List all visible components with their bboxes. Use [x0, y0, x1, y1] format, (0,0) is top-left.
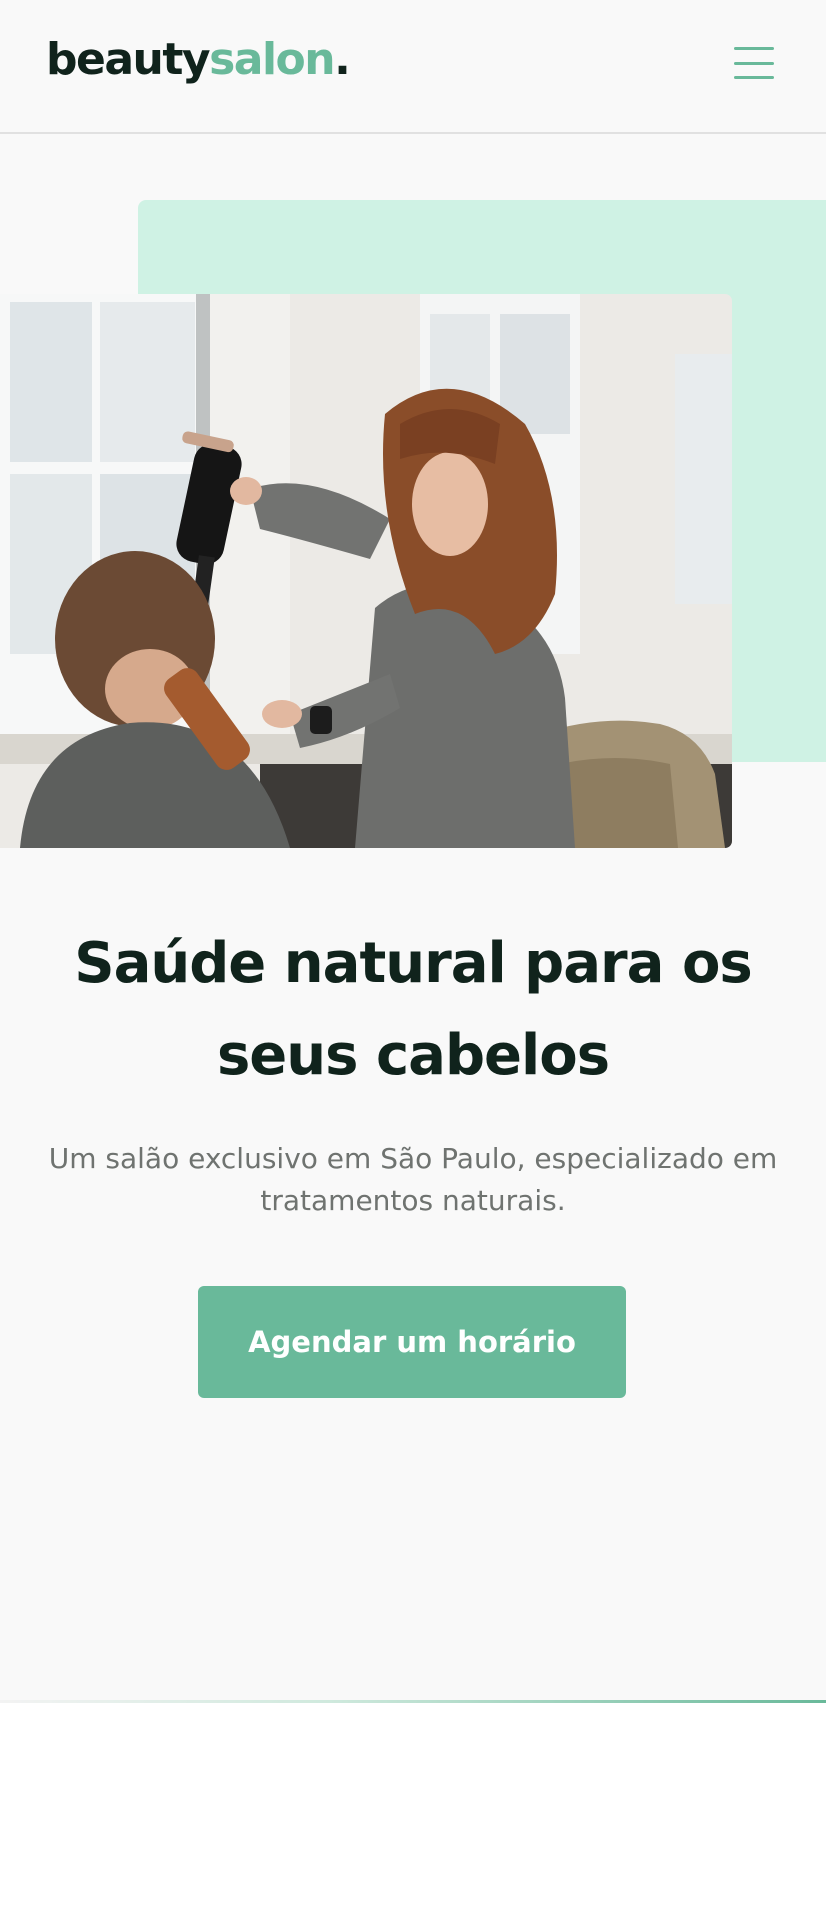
menu-line [734, 47, 774, 50]
menu-line [734, 76, 774, 79]
logo[interactable]: beautysalon. [46, 34, 351, 85]
hamburger-menu-icon[interactable] [734, 47, 774, 79]
logo-text-main: beauty [46, 34, 211, 85]
logo-text-accent: salon [209, 34, 336, 85]
hero-subtitle: Um salão exclusivo em São Paulo, especia… [48, 1142, 778, 1217]
book-appointment-button[interactable]: Agendar um horário [198, 1286, 626, 1398]
page: beautysalon. Saúde natural para os seus … [0, 0, 826, 1703]
menu-line [734, 61, 774, 65]
hero-image [0, 294, 732, 848]
section-divider [0, 1700, 826, 1703]
logo-dot: . [334, 34, 351, 85]
hero-headline: Saúde natural para os seus cabelos [74, 931, 753, 1088]
site-header: beautysalon. [0, 0, 826, 134]
